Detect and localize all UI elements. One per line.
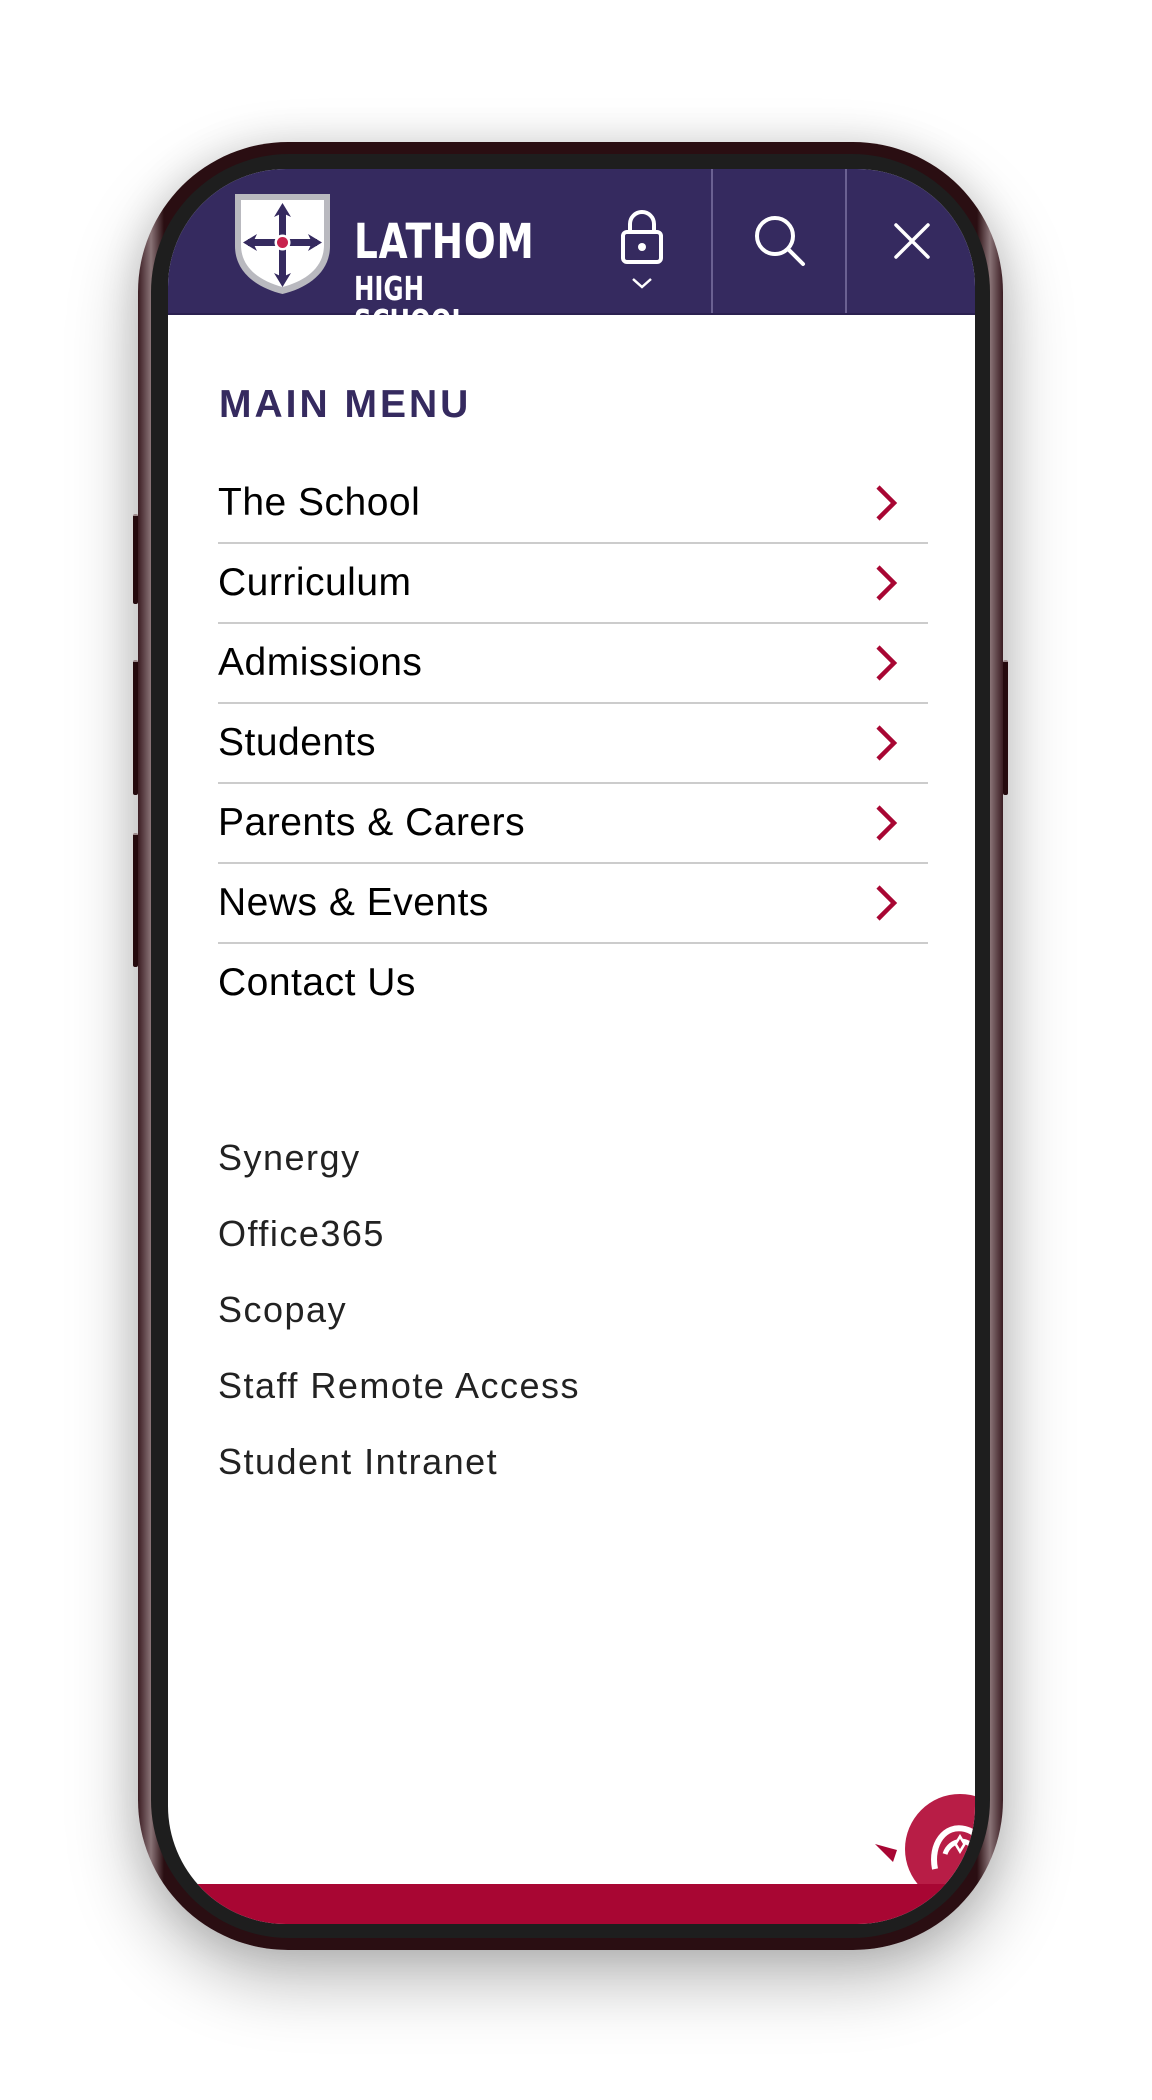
menu-item-label: Curriculum: [218, 561, 412, 604]
site-header: LATHOM HIGH SCHOOL: [168, 169, 975, 338]
phone-screen: LATHOM HIGH SCHOOL MAIN MENU The School …: [168, 169, 975, 1924]
chevron-right-icon[interactable]: [866, 883, 906, 923]
phone-side-button: [133, 833, 138, 967]
logo-text-primary: LATHOM: [354, 214, 535, 270]
search-icon: [755, 216, 805, 266]
menu-item-the-school[interactable]: The School: [218, 464, 928, 544]
chevron-right-icon[interactable]: [866, 483, 906, 523]
menu-item-label: Students: [218, 721, 376, 764]
chevron-down-icon: [632, 278, 652, 289]
quick-link-synergy[interactable]: Synergy: [218, 1120, 580, 1196]
login-menu-button[interactable]: [573, 169, 711, 313]
menu-item-label: Parents & Carers: [218, 801, 526, 844]
quick-link-scopay[interactable]: Scopay: [218, 1272, 580, 1348]
main-menu-heading: MAIN MENU: [219, 383, 472, 426]
menu-item-label: News & Events: [218, 881, 489, 924]
phone-side-button: [1003, 660, 1008, 795]
chevron-right-icon[interactable]: [866, 803, 906, 843]
menu-item-label: Admissions: [218, 641, 423, 684]
quick-links: Synergy Office365 Scopay Staff Remote Ac…: [218, 1120, 580, 1500]
search-button[interactable]: [711, 169, 847, 313]
main-menu-list: The School Curriculum Admissions Student…: [218, 464, 928, 1022]
shield-crest-icon: [235, 194, 330, 294]
close-icon: [894, 223, 930, 259]
quick-link-office365[interactable]: Office365: [218, 1196, 580, 1272]
menu-item-students[interactable]: Students: [218, 704, 928, 784]
quick-link-student-intranet[interactable]: Student Intranet: [218, 1424, 580, 1500]
menu-item-contact-us[interactable]: Contact Us: [218, 944, 928, 1022]
chevron-right-icon[interactable]: [866, 643, 906, 683]
quick-link-staff-remote-access[interactable]: Staff Remote Access: [218, 1348, 580, 1424]
logo-text-secondary: HIGH SCHOOL: [354, 269, 468, 341]
menu-item-admissions[interactable]: Admissions: [218, 624, 928, 704]
chevron-right-icon[interactable]: [866, 563, 906, 603]
phone-side-button: [133, 660, 138, 795]
menu-item-label: The School: [218, 481, 421, 524]
footer-accent-bar: [168, 1884, 975, 1924]
school-logo[interactable]: LATHOM HIGH SCHOOL: [232, 191, 572, 338]
phone-side-button: [133, 514, 138, 604]
menu-item-news-events[interactable]: News & Events: [218, 864, 928, 944]
menu-item-curriculum[interactable]: Curriculum: [218, 544, 928, 624]
close-menu-button[interactable]: [845, 169, 975, 313]
menu-item-label: Contact Us: [218, 961, 416, 1004]
lock-icon: [621, 210, 663, 264]
chevron-right-icon[interactable]: [866, 723, 906, 763]
menu-item-parents-carers[interactable]: Parents & Carers: [218, 784, 928, 864]
red-rose-emblem-icon: [875, 1794, 975, 1894]
